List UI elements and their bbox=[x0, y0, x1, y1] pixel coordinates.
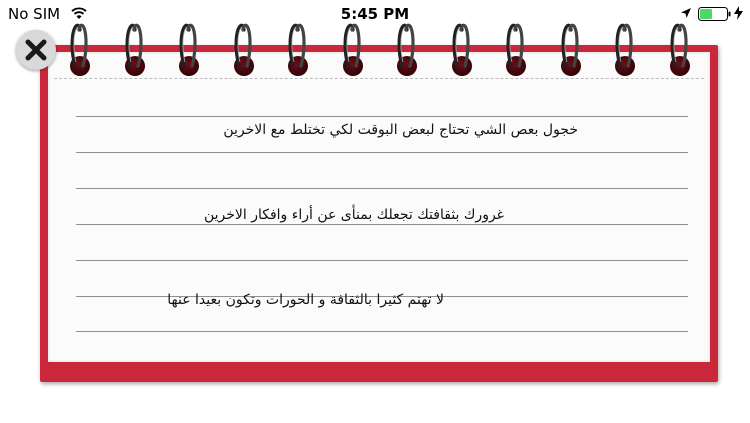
spiral-coil bbox=[506, 23, 524, 68]
spiral-coil bbox=[397, 23, 415, 68]
location-icon bbox=[681, 8, 691, 18]
status-time: 5:45 PM bbox=[340, 5, 410, 23]
perforation-line bbox=[54, 78, 704, 79]
spiral-coil bbox=[561, 23, 579, 68]
spiral-coil bbox=[670, 23, 688, 68]
spiral-coil bbox=[234, 23, 252, 68]
spiral-coil bbox=[343, 23, 361, 68]
close-icon bbox=[25, 39, 47, 61]
ruled-line bbox=[76, 188, 688, 189]
spiral-coil bbox=[125, 23, 143, 68]
spiral-coil bbox=[615, 23, 633, 68]
charging-icon bbox=[734, 6, 743, 20]
spiral-coil bbox=[288, 23, 306, 68]
ruled-line bbox=[76, 224, 688, 225]
close-button[interactable] bbox=[16, 30, 56, 70]
battery-icon bbox=[698, 7, 731, 21]
ruled-line bbox=[76, 260, 688, 261]
spiral-coil bbox=[452, 23, 470, 68]
ruled-line bbox=[76, 331, 688, 332]
note-line-1: خجول بعص الشي تحتاج لبعض البوقت لكي تختل… bbox=[223, 122, 578, 138]
ruled-line bbox=[76, 152, 688, 153]
note-line-2: غرورك بثقافتك تجعلك بمنأى عن أراء وافكار… bbox=[203, 207, 504, 223]
status-bar: No SIM 5:45 PM bbox=[0, 0, 750, 28]
spiral-coil bbox=[70, 23, 88, 68]
note-line-3: لا تهتم كثيرا بالثقافة و الحورات وتكون ب… bbox=[167, 292, 444, 308]
spiral-coil bbox=[179, 23, 197, 68]
ruled-line bbox=[76, 116, 688, 117]
